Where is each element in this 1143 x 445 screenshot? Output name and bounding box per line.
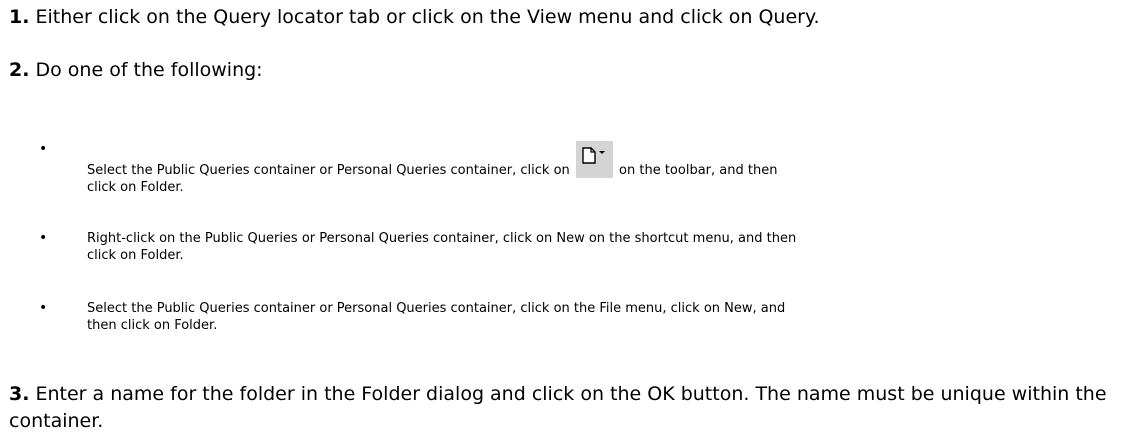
bullet-marker: • [39, 300, 48, 316]
bullet-text: Right-click on the Public Queries or Per… [87, 230, 1137, 264]
step-number: 1. [9, 6, 30, 28]
bullet-marker: • [39, 141, 48, 157]
new-document-dropdown-icon [575, 141, 613, 178]
step-1: 1. Either click on the Query locator tab… [9, 4, 820, 31]
step-2: 2. Do one of the following: [9, 57, 263, 84]
step-number: 2. [9, 59, 30, 81]
bullet-text-line2: click on Folder. [87, 180, 184, 195]
bullet-text-line2: then click on Folder. [87, 318, 218, 333]
step-number: 3. [9, 383, 30, 405]
step-text: Enter a name for the folder in the Folde… [9, 383, 1107, 432]
bullet-text: Select the Public Queries container or P… [87, 300, 1137, 334]
bullet-text-after-icon: on the toolbar, and then [619, 163, 778, 178]
bullet-text-line1: Select the Public Queries container or P… [87, 301, 786, 316]
bullet-text: Select the Public Queries container or P… [87, 141, 1137, 196]
bullet-text-before-icon: Select the Public Queries container or P… [87, 163, 570, 178]
step-3: 3. Enter a name for the folder in the Fo… [9, 381, 1129, 435]
step-text: Do one of the following: [35, 59, 263, 81]
bullet-text-line1: Right-click on the Public Queries or Per… [87, 231, 797, 246]
bullet-marker: • [39, 230, 48, 246]
step-text: Either click on the Query locator tab or… [35, 6, 820, 28]
bullet-text-line2: click on Folder. [87, 248, 184, 263]
